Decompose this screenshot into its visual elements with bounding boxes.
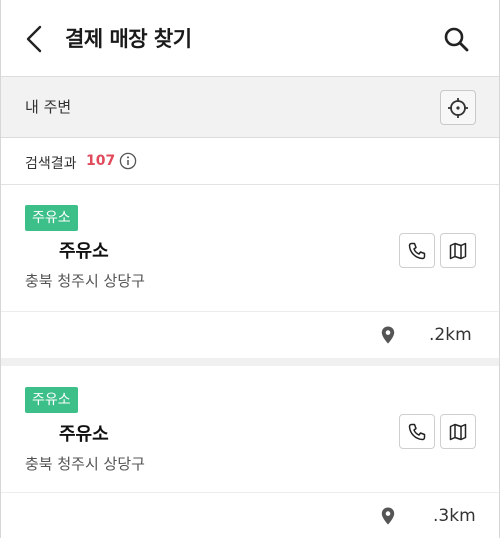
store-address: 충북 청주시 상당구 [25, 272, 145, 290]
card-divider [1, 311, 499, 312]
store-name: 주유소 [59, 241, 109, 262]
map-button[interactable] [440, 414, 476, 449]
page-title: 결제 매장 찾기 [65, 27, 192, 51]
chevron-left-icon [26, 25, 42, 53]
my-location-button[interactable] [440, 90, 476, 125]
phone-icon [408, 242, 426, 259]
results-count: 107 [86, 153, 116, 169]
store-category-tag: 주유소 [25, 387, 78, 413]
store-name: 주유소 [59, 424, 109, 445]
results-bar: 검색결과 107 [1, 138, 499, 185]
card-divider [1, 492, 499, 493]
info-icon[interactable] [119, 152, 137, 170]
map-pin-icon [381, 326, 395, 344]
top-app-bar: 결제 매장 찾기 [1, 0, 499, 77]
call-button[interactable] [399, 414, 435, 449]
store-card[interactable]: 주유소 주유소 충북 청주시 상당구 .3km [1, 366, 499, 538]
card-separator [1, 358, 499, 366]
map-pin-icon [381, 507, 395, 525]
store-address: 충북 청주시 상당구 [25, 455, 145, 473]
results-label: 검색결과 [25, 156, 77, 172]
search-icon [444, 27, 469, 52]
store-distance: .3km [433, 506, 476, 526]
crosshair-icon [448, 97, 468, 118]
nearby-bar: 내 주변 [1, 77, 499, 138]
map-button[interactable] [440, 233, 476, 268]
store-distance: .2km [429, 325, 472, 345]
search-button[interactable] [439, 22, 473, 56]
nearby-label: 내 주변 [25, 98, 72, 116]
phone-icon [408, 423, 426, 440]
store-category-tag: 주유소 [25, 205, 78, 231]
map-icon [449, 423, 467, 440]
back-button[interactable] [19, 22, 49, 56]
app-frame: 결제 매장 찾기 내 주변 검색결과 107 주유소 주유소 충북 청주시 상당… [0, 0, 500, 538]
store-card[interactable]: 주유소 주유소 충북 청주시 상당구 .2km [1, 186, 499, 358]
map-icon [449, 242, 467, 259]
call-button[interactable] [399, 233, 435, 268]
